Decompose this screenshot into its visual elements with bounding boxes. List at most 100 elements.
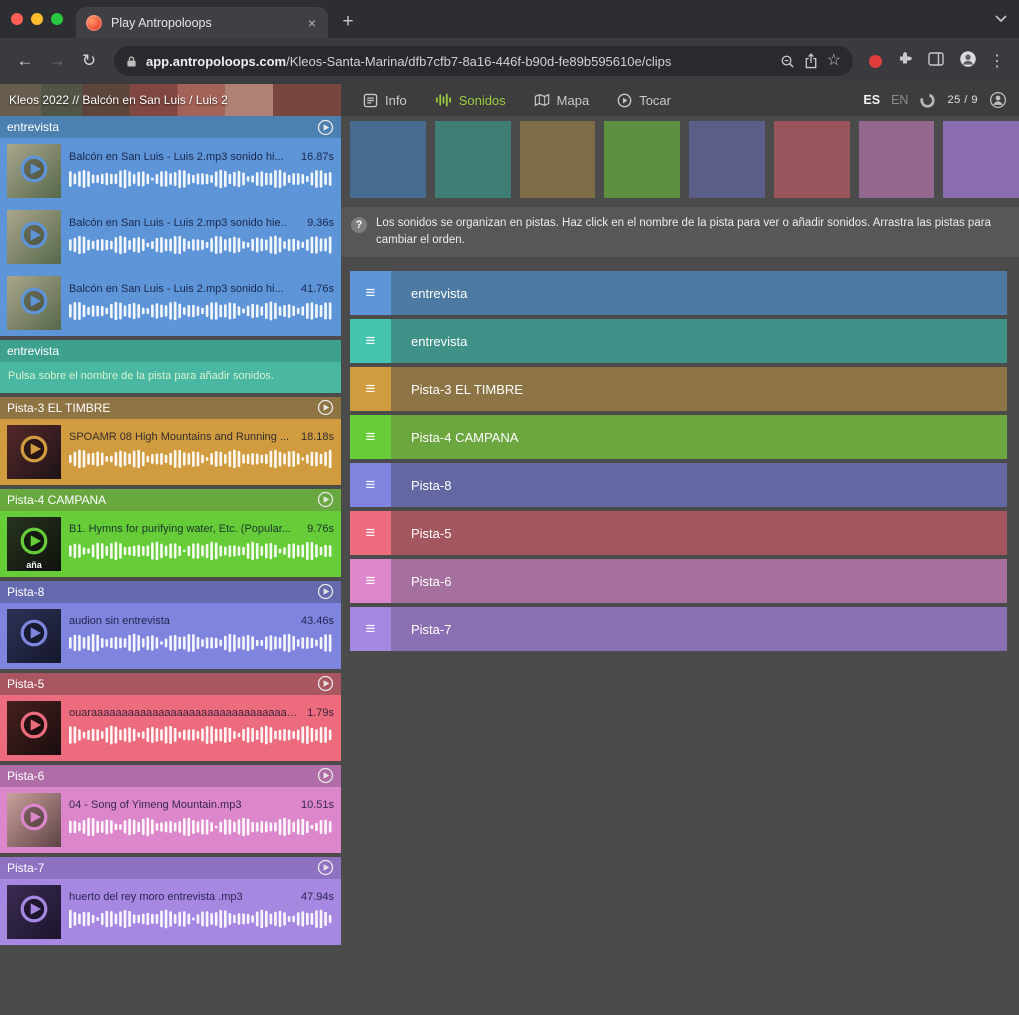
drag-handle-icon[interactable]: ≡ (350, 271, 391, 315)
window-close-button[interactable] (11, 13, 23, 25)
drag-handle-icon[interactable]: ≡ (350, 319, 391, 363)
tab-search-chevron-icon[interactable] (995, 0, 1007, 38)
header-right: ES EN 25 / 9 (863, 84, 1019, 116)
clip-play-icon[interactable] (18, 525, 50, 562)
back-button[interactable]: ← (10, 46, 40, 76)
track-row-body[interactable]: Pista-5 (391, 511, 1007, 555)
track-row-body[interactable]: Pista-3 EL TIMBRE (391, 367, 1007, 411)
track-swatch[interactable] (520, 121, 596, 198)
clip-play-icon[interactable] (18, 219, 50, 256)
clip-play-icon[interactable] (18, 709, 50, 746)
tab-sonidos[interactable]: Sonidos (421, 84, 520, 116)
drag-handle-icon[interactable]: ≡ (350, 607, 391, 651)
track-swatch[interactable] (435, 121, 511, 198)
tab-mapa[interactable]: Mapa (520, 84, 604, 116)
window-minimize-button[interactable] (31, 13, 43, 25)
track-row-body[interactable]: Pista-8 (391, 463, 1007, 507)
track-header[interactable]: Pista-6 (0, 765, 341, 787)
track-row-body[interactable]: Pista-6 (391, 559, 1007, 603)
clip-meta: audion sin entrevista43.46s (69, 615, 334, 627)
window-zoom-button[interactable] (51, 13, 63, 25)
clip-play-icon[interactable] (18, 285, 50, 322)
clip-item[interactable]: ouaraaaaaaaaaaaaaaaaaaaaaaaaaaaaaaaaa...… (0, 695, 341, 761)
clip-item[interactable]: añaB1. Hymns for purifying water, Etc. (… (0, 511, 341, 577)
sidebar-track: entrevistaPulsa sobre el nombre de la pi… (0, 340, 341, 393)
track-header[interactable]: entrevista (0, 116, 341, 138)
tab-close-icon[interactable]: × (306, 15, 318, 31)
clip-title: 04 - Song of Yimeng Mountain.mp3 (69, 799, 293, 811)
track-play-button[interactable] (317, 119, 334, 136)
drag-handle-icon[interactable]: ≡ (350, 463, 391, 507)
breadcrumb[interactable]: Kleos 2022 // Balcón en San Luis / Luis … (0, 84, 341, 116)
clip-item[interactable]: SPOAMR 08 High Mountains and Running ...… (0, 419, 341, 485)
zoom-icon[interactable] (780, 54, 795, 69)
drag-handle-icon[interactable]: ≡ (350, 559, 391, 603)
waveform-icon (435, 93, 452, 107)
record-extension-icon[interactable] (869, 55, 882, 68)
track-name: Pista-4 CAMPANA (7, 493, 317, 507)
play-circle-icon (617, 93, 632, 108)
lang-en-button[interactable]: EN (891, 93, 908, 107)
new-tab-button[interactable]: + (334, 8, 362, 36)
clip-item[interactable]: Balcón en San Luis - Luis 2.mp3 sonido h… (0, 204, 341, 270)
clip-item[interactable]: 04 - Song of Yimeng Mountain.mp310.51s (0, 787, 341, 853)
track-row-body[interactable]: entrevista (391, 319, 1007, 363)
track-play-button[interactable] (317, 399, 334, 416)
account-icon[interactable] (989, 91, 1007, 109)
track-header[interactable]: Pista-5 (0, 673, 341, 695)
lang-es-button[interactable]: ES (863, 93, 880, 107)
clip-item[interactable]: huerto del rey moro entrevista .mp347.94… (0, 879, 341, 945)
track-header[interactable]: Pista-8 (0, 581, 341, 603)
tab-info[interactable]: Info (349, 84, 421, 116)
track-row[interactable]: ≡entrevista (350, 319, 1007, 363)
clip-play-icon[interactable] (18, 617, 50, 654)
bookmark-star-icon[interactable]: ☆ (827, 53, 841, 69)
track-play-button[interactable] (317, 583, 334, 600)
track-row[interactable]: ≡Pista-3 EL TIMBRE (350, 367, 1007, 411)
clip-play-icon[interactable] (18, 893, 50, 930)
share-icon[interactable] (804, 53, 818, 69)
extensions-puzzle-icon[interactable] (897, 51, 913, 72)
profile-avatar-icon[interactable] (959, 50, 977, 73)
track-swatch[interactable] (774, 121, 850, 198)
tab-tocar[interactable]: Tocar (603, 84, 685, 116)
reload-button[interactable]: ↻ (74, 46, 104, 76)
forward-button[interactable]: → (42, 46, 72, 76)
track-swatch[interactable] (859, 121, 935, 198)
track-play-button[interactable] (317, 491, 334, 508)
url-text: app.antropoloops.com/Kleos-Santa-Marina/… (146, 54, 771, 69)
browser-tab[interactable]: Play Antropoloops × (76, 7, 328, 38)
track-play-button[interactable] (317, 675, 334, 692)
track-row-body[interactable]: Pista-7 (391, 607, 1007, 651)
drag-handle-icon[interactable]: ≡ (350, 415, 391, 459)
track-row[interactable]: ≡entrevista (350, 271, 1007, 315)
track-row[interactable]: ≡Pista-6 (350, 559, 1007, 603)
drag-handle-icon[interactable]: ≡ (350, 367, 391, 411)
clip-play-icon[interactable] (18, 433, 50, 470)
clip-item[interactable]: audion sin entrevista43.46s (0, 603, 341, 669)
track-header[interactable]: entrevista (0, 340, 341, 362)
track-row-body[interactable]: entrevista (391, 271, 1007, 315)
track-swatch[interactable] (350, 121, 426, 198)
address-bar[interactable]: app.antropoloops.com/Kleos-Santa-Marina/… (114, 46, 853, 76)
side-panel-icon[interactable] (928, 52, 944, 71)
track-row[interactable]: ≡Pista-8 (350, 463, 1007, 507)
drag-handle-icon[interactable]: ≡ (350, 511, 391, 555)
clip-item[interactable]: Balcón en San Luis - Luis 2.mp3 sonido h… (0, 138, 341, 204)
clip-play-icon[interactable] (18, 801, 50, 838)
track-swatch[interactable] (604, 121, 680, 198)
track-row[interactable]: ≡Pista-7 (350, 607, 1007, 651)
track-swatch[interactable] (943, 121, 1019, 198)
track-row[interactable]: ≡Pista-5 (350, 511, 1007, 555)
track-play-button[interactable] (317, 767, 334, 784)
clip-play-icon[interactable] (18, 153, 50, 190)
track-header[interactable]: Pista-4 CAMPANA (0, 489, 341, 511)
track-swatch[interactable] (689, 121, 765, 198)
browser-menu-icon[interactable]: ⋮ (985, 51, 1009, 71)
track-header[interactable]: Pista-3 EL TIMBRE (0, 397, 341, 419)
track-header[interactable]: Pista-7 (0, 857, 341, 879)
track-play-button[interactable] (317, 859, 334, 876)
track-row[interactable]: ≡Pista-4 CAMPANA (350, 415, 1007, 459)
clip-item[interactable]: Balcón en San Luis - Luis 2.mp3 sonido h… (0, 270, 341, 336)
track-row-body[interactable]: Pista-4 CAMPANA (391, 415, 1007, 459)
